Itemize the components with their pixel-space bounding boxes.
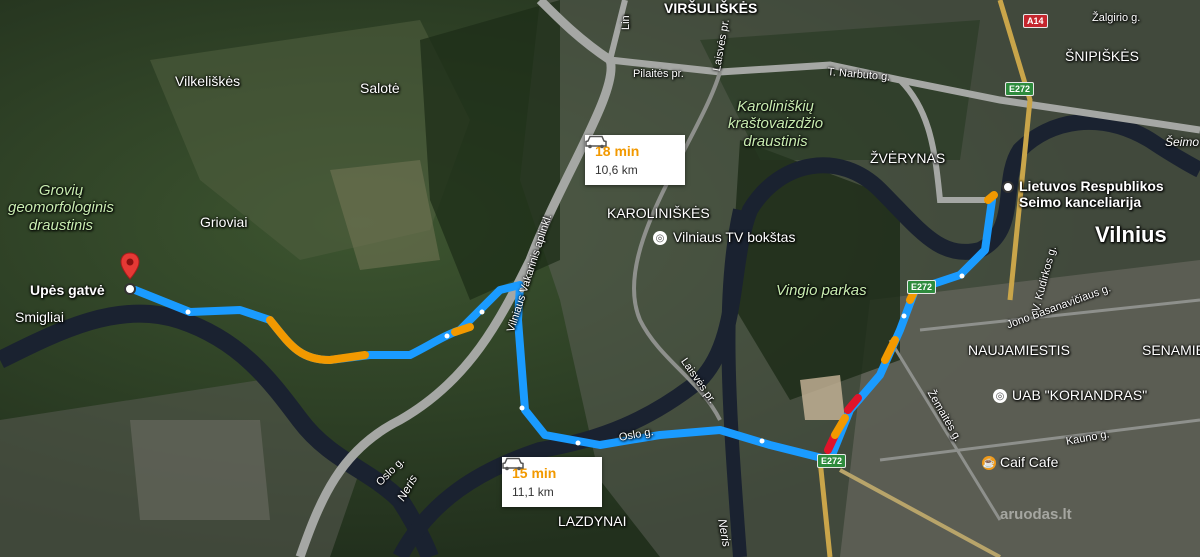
poi-label-caif: Caif Cafe	[1000, 454, 1059, 470]
map-view[interactable]: VIRŠULIŠKĖS Vilkeliškės Salotė Grovių ge…	[0, 0, 1200, 557]
route-shield-a14: A14	[1023, 14, 1048, 28]
poi-label-koriandras: UAB "KORIANDRAS"	[1012, 387, 1148, 403]
cafe-icon[interactable]: ☕	[982, 456, 996, 470]
destination-marker[interactable]	[1002, 181, 1014, 193]
place-label-zverynas: ŽVĖRYNAS	[870, 150, 946, 166]
car-icon	[502, 457, 524, 471]
place-label-smigliai: Smigliai	[15, 309, 65, 325]
route-card-alt[interactable]: 18 min 10,6 km	[585, 135, 685, 185]
building-icon[interactable]: ◎	[993, 389, 1007, 403]
origin-label: Upės gatvė	[30, 282, 105, 298]
street-label-lin: Lin	[620, 15, 632, 30]
route-distance-primary: 11,1 km	[512, 485, 554, 499]
route-shield-e272-b: E272	[907, 280, 937, 294]
place-label-seimas-partial: Šeimo	[1165, 135, 1200, 149]
route-shield-e272-c: E272	[817, 454, 847, 468]
location-pin-icon[interactable]	[120, 252, 140, 280]
route-distance-alt: 10,6 km	[595, 163, 638, 177]
place-label-grioviai: Grioviai	[200, 214, 248, 230]
place-label-groviu: Grovių geomorfologinis draustinis	[8, 182, 114, 234]
place-label-snipiskes: ŠNIPIŠKĖS	[1065, 48, 1139, 64]
place-label-salote: Salotė	[360, 80, 400, 96]
place-label-lazdynai: LAZDYNAI	[558, 513, 627, 529]
tv-tower-icon[interactable]: ◎	[653, 231, 667, 245]
car-icon	[585, 135, 607, 149]
place-label-virsuliskes: VIRŠULIŠKĖS	[664, 0, 758, 16]
route-card-primary[interactable]: 15 min 11,1 km	[502, 457, 602, 507]
street-label-pilaites: Pilaitės pr.	[633, 68, 684, 80]
street-label-zalgirio: Žalgirio g.	[1092, 12, 1141, 24]
watermark: aruodas.lt	[1000, 506, 1072, 523]
place-label-vilkeliskes: Vilkeliškės	[175, 73, 241, 89]
origin-marker[interactable]	[124, 283, 136, 295]
route-shield-e272-a: E272	[1005, 82, 1035, 96]
place-label-vilnius: Vilnius	[1095, 222, 1167, 247]
place-label-karoliniskes: KAROLINIŠKĖS	[607, 205, 710, 221]
place-label-vingio: Vingio parkas	[776, 282, 867, 299]
place-label-naujamiestis: NAUJAMIESTIS	[968, 342, 1070, 358]
destination-label: Lietuvos Respublikos Seimo kanceliarija	[1019, 178, 1164, 211]
place-label-senamiestis: SENAMIE	[1142, 342, 1200, 358]
place-label-karoliniskiu-park: Karoliniškių kraštovaizdžio draustinis	[728, 98, 824, 150]
poi-label-tv-tower: Vilniaus TV bokštas	[673, 229, 796, 245]
